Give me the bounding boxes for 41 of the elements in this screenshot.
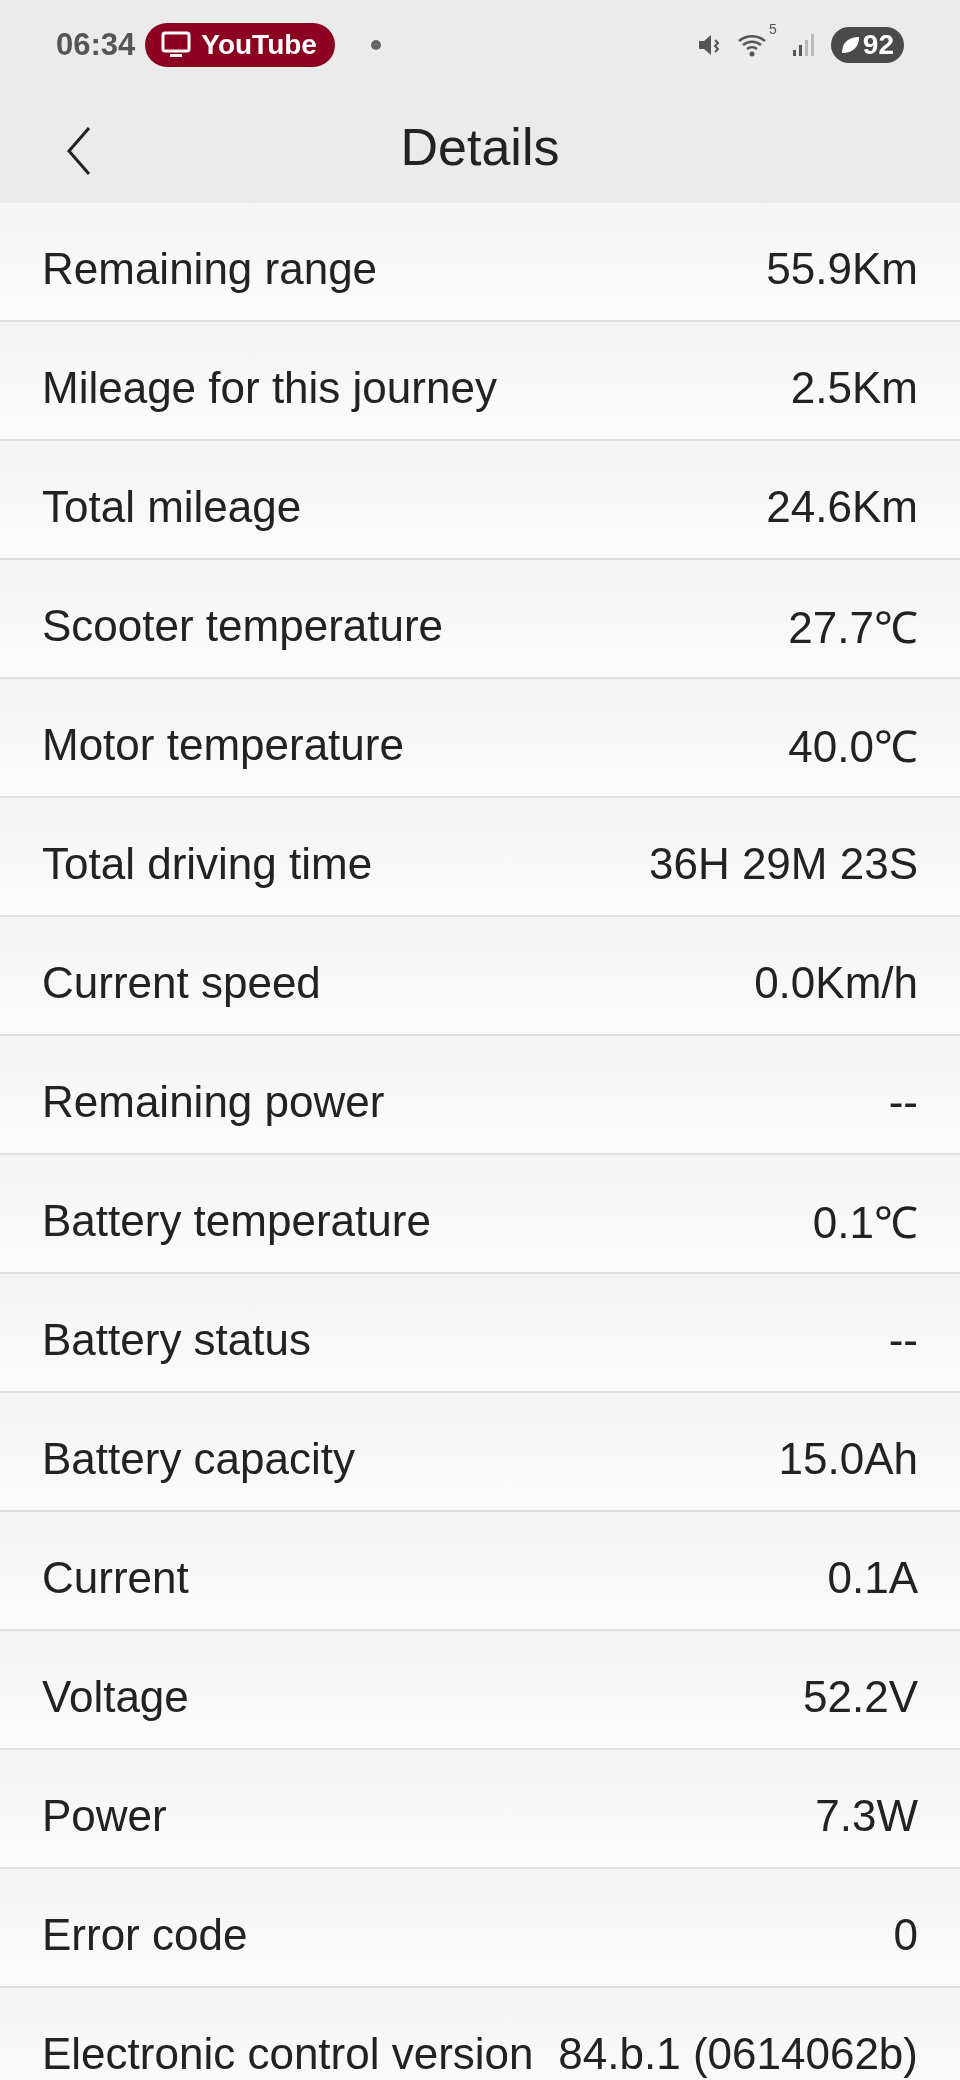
detail-value: 7.3W [815,1789,918,1841]
detail-label: Power [42,1789,167,1841]
detail-value: 0.1℃ [812,1196,918,1249]
app-chip[interactable]: YouTube [145,23,335,67]
detail-value: 0.0Km/h [754,956,918,1008]
status-time: 06:34 [56,27,136,63]
detail-label: Error code [42,1908,248,1960]
detail-value: 55.9Km [766,242,918,294]
detail-value: 0 [893,1908,918,1960]
detail-value: 0.1A [827,1551,918,1603]
detail-label: Battery temperature [42,1194,431,1246]
detail-value: -- [888,1313,918,1365]
detail-label: Mileage for this journey [42,361,497,413]
detail-value: 52.2V [803,1670,918,1722]
signal-icon [790,32,817,58]
detail-label: Scooter temperature [42,599,444,651]
battery-indicator: 92 [830,27,904,63]
monitor-icon [161,31,192,59]
detail-value: 36H 29M 23S [648,837,918,889]
detail-value: -- [888,1075,918,1127]
detail-value: 15.0Ah [778,1432,918,1484]
detail-value: 27.7℃ [788,601,918,654]
wifi-band-label: 5 [769,21,777,37]
detail-label: Current speed [42,956,321,1008]
detail-value: 84.b.1 (0614062b) [558,2027,918,2079]
page-title: Details [400,116,560,177]
detail-label: Electronic control version [42,2027,534,2079]
detail-value: 24.6Km [766,480,918,532]
detail-label: Total mileage [42,480,302,532]
detail-label: Remaining range [42,242,378,294]
detail-label: Total driving time [42,837,373,889]
detail-label: Battery status [42,1313,311,1365]
notification-dot [370,40,381,50]
detail-label: Motor temperature [42,718,404,770]
detail-label: Remaining power [42,1075,385,1127]
detail-value: 2.5Km [790,361,918,413]
detail-label: Voltage [42,1670,189,1722]
detail-label: Current [42,1551,189,1603]
back-icon [66,126,92,176]
detail-label: Battery capacity [42,1432,356,1484]
detail-value: 40.0℃ [788,720,918,773]
